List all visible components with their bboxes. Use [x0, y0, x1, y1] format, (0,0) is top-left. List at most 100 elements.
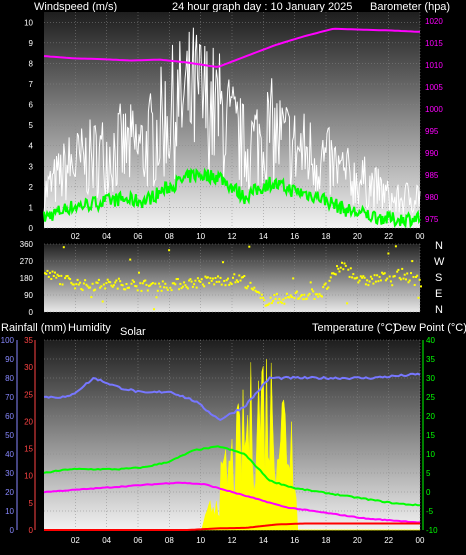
solar-axis-label: Solar: [120, 326, 146, 338]
direction-point: [401, 267, 404, 270]
compass-label-n-bottom: N: [435, 304, 443, 316]
direction-point: [179, 282, 182, 285]
direction-point: [341, 261, 343, 264]
barometer-y-axis: 975 980 985 990 995 1000 1005 1010 1015 1020: [425, 17, 443, 224]
direction-point: [220, 283, 223, 286]
direction-point: [116, 287, 119, 290]
direction-point: [45, 273, 48, 275]
x-tick-label: 06: [134, 536, 143, 545]
direction-point: [258, 291, 261, 294]
direction-point: [102, 283, 105, 286]
direction-point: [346, 302, 349, 305]
direction-point: [222, 261, 224, 264]
direction-point: [145, 283, 148, 286]
direction-point: [371, 277, 374, 280]
humidity-tick-label: 70: [5, 393, 14, 402]
direction-point: [285, 292, 288, 295]
direction-point: [366, 279, 369, 282]
direction-point: [164, 282, 167, 285]
direction-point: [272, 299, 275, 302]
direction-point: [191, 285, 194, 288]
temp-tick-label: 35: [426, 355, 435, 364]
direction-point: [125, 283, 128, 285]
humidity-tick-label: 0: [10, 526, 15, 535]
direction-point: [305, 297, 308, 300]
direction-point: [90, 296, 93, 299]
direction-point: [308, 292, 311, 295]
direction-point: [133, 280, 135, 283]
direction-point: [347, 268, 350, 271]
direction-point: [293, 297, 296, 300]
direction-point: [283, 302, 286, 305]
direction-point: [396, 270, 399, 273]
direction-point: [393, 275, 396, 278]
x-tick-label: 04: [102, 536, 111, 545]
direction-point: [193, 283, 196, 286]
direction-point: [338, 270, 341, 273]
direction-point: [407, 281, 410, 284]
direction-point: [228, 283, 231, 286]
direction-point: [373, 274, 376, 277]
compass-label-n-top: N: [435, 240, 443, 252]
direction-point: [322, 286, 325, 289]
direction-point: [280, 301, 283, 304]
direction-point: [109, 281, 112, 284]
compass-label-s: S: [435, 272, 443, 284]
humidity-tick-label: 30: [5, 469, 14, 478]
direction-point: [387, 252, 390, 255]
direction-point: [389, 280, 392, 283]
humidity-tick-label: 90: [5, 355, 14, 364]
direction-point: [146, 289, 149, 292]
direction-point: [374, 280, 377, 283]
compass-label-e: E: [435, 288, 443, 300]
baro-tick-label: 1015: [425, 39, 443, 48]
direction-point: [339, 266, 342, 269]
humidity-tick-label: 20: [5, 488, 14, 497]
direction-point: [300, 294, 303, 296]
direction-point: [112, 284, 115, 287]
direction-point: [351, 276, 354, 279]
baro-tick-label: 1020: [425, 17, 443, 26]
direction-point: [282, 298, 285, 301]
humidity-tick-label: 80: [5, 374, 14, 383]
direction-point: [270, 302, 273, 305]
wind-tick-label: 0: [29, 224, 34, 233]
time-x-axis: 02 04 06 08 10 12 14 16 18 20 22 00: [71, 536, 425, 545]
direction-point: [79, 281, 82, 284]
direction-point: [199, 281, 202, 283]
direction-point: [377, 280, 380, 283]
direction-point: [298, 297, 301, 300]
x-tick-label: 12: [228, 232, 237, 241]
x-tick-label: 00: [416, 232, 425, 241]
temp-tick-label: 25: [426, 393, 435, 402]
x-tick-label: 10: [196, 232, 205, 241]
direction-point: [223, 280, 226, 282]
direction-point: [245, 287, 248, 290]
direction-point: [129, 258, 132, 261]
direction-point: [411, 260, 414, 263]
direction-point: [334, 273, 337, 276]
direction-point: [239, 279, 242, 282]
direction-point: [327, 286, 330, 289]
direction-point: [302, 298, 305, 301]
direction-point: [91, 282, 94, 285]
direction-point: [313, 298, 316, 300]
direction-point: [383, 272, 386, 275]
direction-point: [263, 299, 266, 302]
direction-point: [288, 296, 291, 299]
direction-point: [161, 280, 164, 283]
direction-point: [176, 278, 179, 280]
direction-point: [89, 286, 92, 289]
direction-point: [144, 279, 147, 282]
rain-tick-label: 25: [24, 390, 33, 399]
baro-tick-label: 1005: [425, 83, 443, 92]
baro-tick-label: 995: [425, 127, 439, 136]
x-tick-label: 12: [228, 536, 237, 545]
direction-point: [363, 276, 366, 279]
baro-tick-label: 980: [425, 193, 439, 202]
x-tick-label: 10: [196, 536, 205, 545]
wind-tick-label: 7: [29, 80, 34, 89]
direction-point: [201, 283, 204, 286]
direction-point: [139, 282, 142, 285]
humidity-tick-label: 50: [5, 431, 14, 440]
